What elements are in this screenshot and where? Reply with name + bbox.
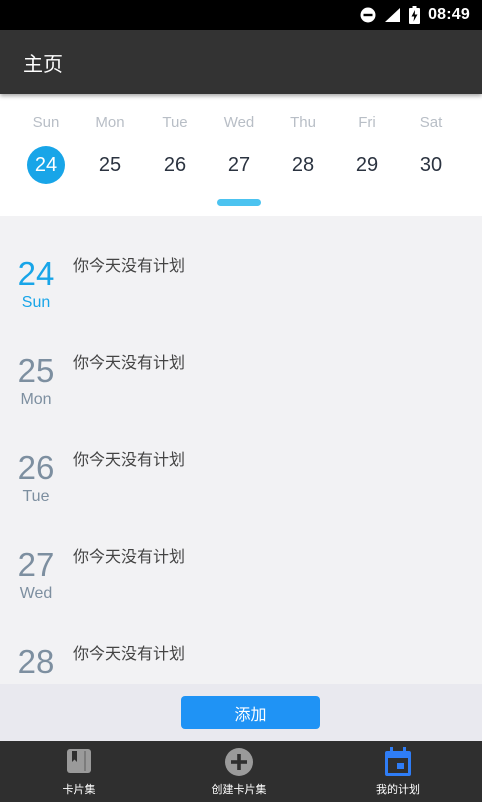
add-bar: 添加 [0, 684, 482, 741]
day-of-week-label: Tue [162, 114, 188, 131]
plan-weekday: Tue [22, 488, 50, 505]
day-of-week-label: Fri [358, 114, 376, 131]
nav-my-plans[interactable]: 我的计划 [338, 741, 458, 802]
plan-date-number: 26 [17, 449, 55, 486]
battery-charging-icon [409, 6, 421, 24]
plan-date-number: 28 [17, 643, 55, 680]
nav-card-sets[interactable]: 卡片集 [19, 741, 139, 802]
do-not-disturb-icon [360, 7, 376, 23]
nav-label: 创建卡片集 [211, 783, 267, 796]
date-number: 27 [227, 154, 251, 176]
date-number: 26 [163, 154, 187, 176]
day-of-week-label: Wed [223, 114, 255, 131]
plan-weekday: Sun [21, 294, 51, 311]
plan-list-item[interactable]: 28 你今天没有计划 [0, 604, 482, 684]
plan-list-item[interactable]: 27 Wed 你今天没有计划 [0, 507, 482, 604]
date-number: 30 [419, 154, 443, 176]
app-bar: 主页 [0, 30, 482, 94]
add-circle-icon [224, 747, 254, 781]
selected-date: 24 [27, 146, 65, 184]
plan-date-number: 24 [17, 255, 55, 292]
nav-create-card-set[interactable]: 创建卡片集 [179, 741, 299, 802]
day-of-week-label: Sat [419, 114, 443, 131]
signal-icon [384, 7, 401, 23]
plan-list-item[interactable]: 25 Mon 你今天没有计划 [0, 313, 482, 410]
plan-weekday: Wed [19, 585, 53, 602]
week-drag-handle[interactable] [217, 199, 261, 206]
plan-list-item[interactable]: 26 Tue 你今天没有计划 [0, 410, 482, 507]
nav-label: 我的计划 [376, 783, 420, 796]
day-of-week-label: Thu [290, 114, 316, 131]
plan-message: 你今天没有计划 [73, 450, 186, 469]
plan-message: 你今天没有计划 [73, 547, 186, 566]
book-icon [65, 747, 93, 779]
plan-message: 你今天没有计划 [73, 644, 186, 663]
date-number: 29 [355, 154, 379, 176]
calendar-icon [384, 747, 412, 781]
status-time: 08:49 [428, 6, 470, 23]
plan-date-number: 27 [17, 546, 55, 583]
plan-message: 你今天没有计划 [73, 353, 186, 372]
add-plan-button[interactable]: 添加 [181, 696, 320, 729]
nav-label: 卡片集 [62, 783, 96, 796]
plan-list[interactable]: 24 Sun 你今天没有计划 25 Mon 你今天没有计划 26 Tue 你今天… [0, 216, 482, 684]
plan-message: 你今天没有计划 [73, 256, 186, 275]
page-title: 主页 [23, 51, 63, 76]
date-number: 28 [291, 154, 315, 176]
plan-date-number: 25 [17, 352, 55, 389]
day-of-week-label: Sun [32, 114, 60, 131]
day-of-week-label: Mon [95, 114, 125, 131]
plan-weekday: Mon [20, 391, 52, 408]
date-number: 25 [98, 154, 122, 176]
bottom-nav: 卡片集 创建卡片集 我的计划 [0, 741, 482, 802]
plan-list-item[interactable]: 24 Sun 你今天没有计划 [0, 216, 482, 313]
status-bar: 08:49 [0, 0, 482, 30]
week-strip: Sun 24 Mon 25 Tue 26 Wed 27 Thu 28 Fri 2… [0, 94, 482, 216]
